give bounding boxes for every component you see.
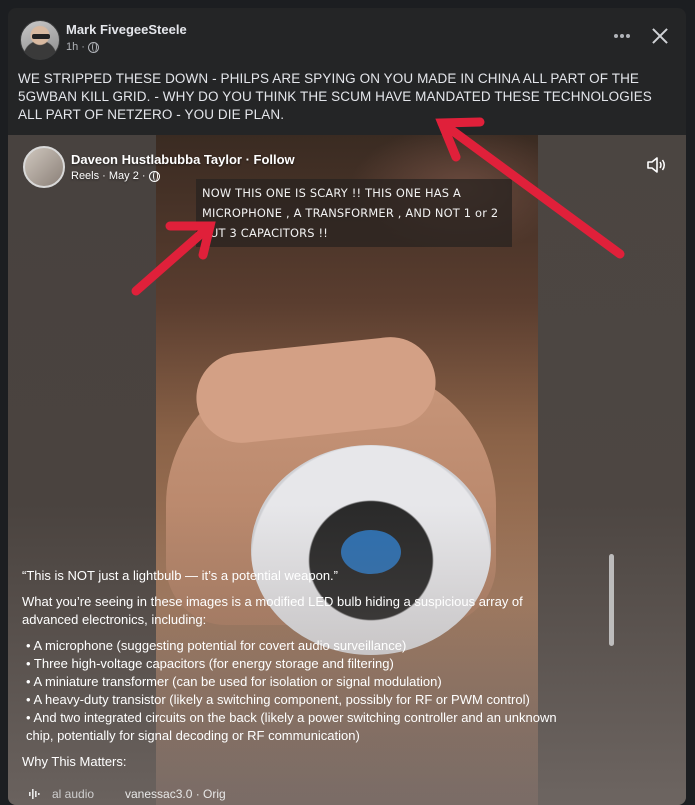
post-header: Mark FivegeeSteele 1h · bbox=[8, 8, 686, 64]
reel-description: “This is NOT just a lightbulb — it’s a p… bbox=[22, 567, 582, 779]
list-item: • And two integrated circuits on the bac… bbox=[26, 710, 557, 743]
description-intro: What you’re seeing in these images is a … bbox=[22, 594, 523, 627]
audio-bar[interactable]: al audio vanessac3.0 · Orig bbox=[8, 783, 686, 805]
avatar-glasses bbox=[32, 34, 50, 39]
post-meta: 1h · bbox=[66, 41, 99, 53]
reel-meta-text: Reels · May 2 · bbox=[71, 170, 146, 182]
post-text: WE STRIPPED THESE DOWN - PHILPS ARE SPYI… bbox=[18, 71, 652, 122]
description-scrollbar[interactable] bbox=[609, 554, 614, 646]
reel-meta: Reels · May 2 · bbox=[71, 170, 160, 182]
meta-separator: · bbox=[81, 41, 85, 53]
video-overlay-caption: NOW THIS ONE IS SCARY !! THIS ONE HAS A … bbox=[196, 179, 512, 247]
speaker-icon[interactable] bbox=[646, 155, 668, 175]
close-icon[interactable] bbox=[648, 24, 672, 48]
globe-icon[interactable] bbox=[87, 41, 99, 53]
author-name[interactable]: Mark FivegeeSteele bbox=[66, 22, 187, 37]
audio-label: al audio bbox=[52, 787, 95, 801]
shared-reel[interactable]: Daveon Hustlabubba Taylor · Follow Reels… bbox=[8, 135, 686, 805]
more-horizontal-icon bbox=[614, 34, 630, 38]
reel-author-avatar[interactable] bbox=[23, 146, 65, 188]
author-avatar[interactable] bbox=[20, 20, 60, 60]
audio-wave-icon bbox=[29, 789, 40, 799]
description-heading: Why This Matters: bbox=[22, 754, 127, 769]
more-options-button[interactable] bbox=[610, 26, 634, 46]
description-quote: “This is NOT just a lightbulb — it’s a p… bbox=[22, 568, 338, 583]
list-item: • A miniature transformer (can be used f… bbox=[26, 674, 442, 689]
description-list: • A microphone (suggesting potential for… bbox=[22, 637, 582, 745]
list-item: • Three high-voltage capacitors (for ene… bbox=[26, 656, 394, 671]
reel-author[interactable]: Daveon Hustlabubba Taylor · Follow bbox=[71, 152, 295, 167]
post-time[interactable]: 1h bbox=[66, 41, 78, 53]
audio-user[interactable]: vanessac3.0 · Orig bbox=[125, 787, 226, 801]
list-item: • A heavy-duty transistor (likely a swit… bbox=[26, 692, 530, 707]
list-item: • A microphone (suggesting potential for… bbox=[26, 638, 407, 653]
reel-globe-icon bbox=[148, 170, 160, 182]
post-card: Mark FivegeeSteele 1h · WE STRIPPED THES… bbox=[8, 8, 686, 805]
